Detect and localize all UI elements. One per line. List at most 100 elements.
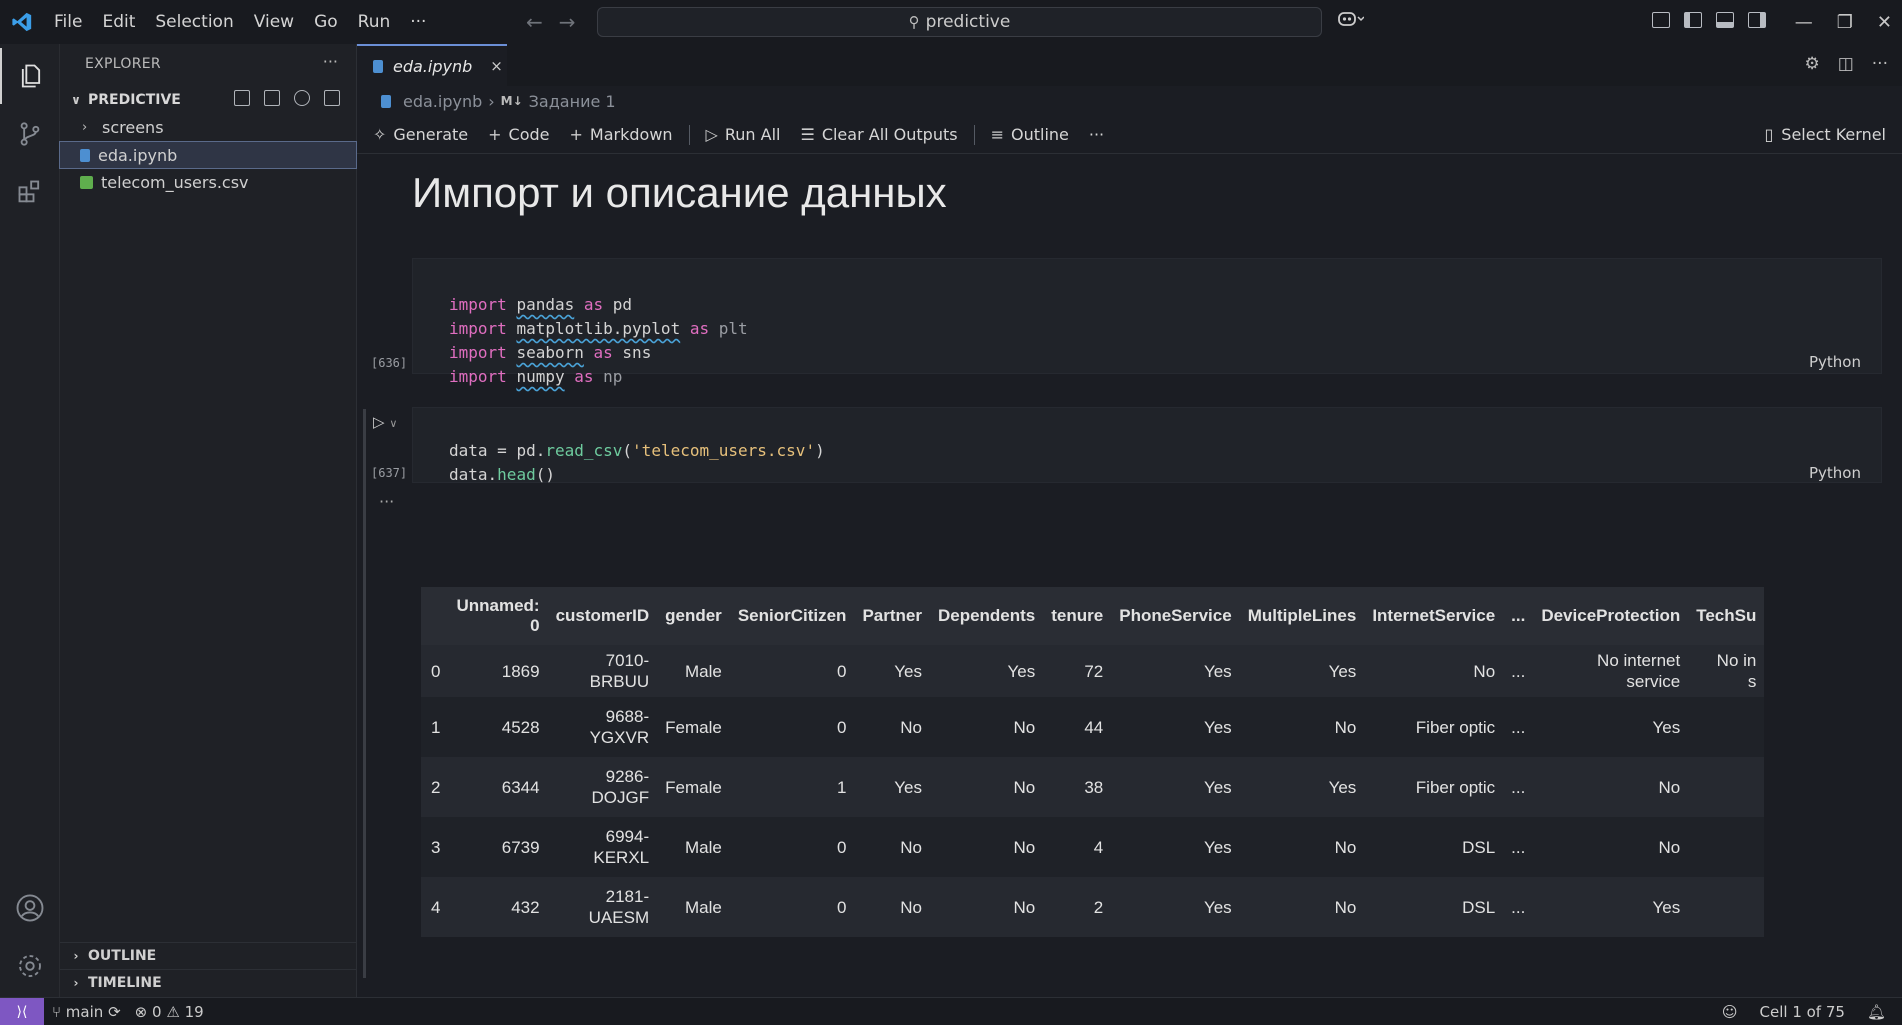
toggle-sidebar-icon[interactable] [1684,12,1702,28]
menu-edit[interactable]: Edit [92,0,145,44]
toggle-secondary-sidebar-icon[interactable] [1748,12,1766,28]
explorer-icon[interactable] [0,48,60,104]
output-more-button[interactable]: ··· [379,492,394,511]
command-center-search[interactable]: ⚲ predictive [597,7,1322,37]
collapse-all-icon[interactable] [324,90,340,106]
code-line: import numpy as np [449,367,623,386]
clear-all-outputs-button[interactable]: ☰ Clear All Outputs [796,125,961,144]
close-tab-icon[interactable]: × [490,57,503,75]
table-cell: Yes [894,661,922,681]
toggle-panel-icon[interactable] [1716,12,1734,28]
cell-language-label[interactable]: Python [1809,353,1861,371]
kernel-icon: ▯ [1764,125,1774,144]
new-folder-icon[interactable] [264,90,280,106]
table-cell: Fiber optic [1415,777,1496,797]
extensions-icon[interactable] [0,164,60,220]
settings-gear-icon[interactable] [0,938,60,994]
table-cell: 0 [836,717,847,737]
toolbar-more-button[interactable]: ··· [1085,125,1108,144]
csv-file-icon [80,175,93,189]
table-cell: DSL [1462,837,1496,857]
breadcrumb-file[interactable]: eda.ipynb [403,92,482,111]
new-file-icon[interactable] [234,90,250,106]
select-kernel-button[interactable]: ▯ Select Kernel [1764,125,1886,144]
code-cell-read-csv[interactable]: data = pd.read_csv('telecom_users.csv') d… [412,407,1882,484]
menu-more[interactable]: ··· [400,0,436,44]
tree-item-screens[interactable]: › screens [60,114,356,140]
code-cell-imports[interactable]: import pandas as pd import matplotlib.pyp… [412,258,1882,386]
table-row: 3 6739 6994- KERXL Male 0 No No 4 Yes No DSL... No [421,817,1765,877]
copilot-status-icon[interactable]: ☺ [1722,1003,1738,1021]
execution-count: [637] [371,466,408,480]
table-cell: 7010- BRBUU [589,651,650,691]
editor-more-icon[interactable]: ··· [1872,54,1888,74]
tree-item-eda-ipynb[interactable]: eda.ipynb [59,141,357,169]
chevron-down-icon[interactable]: ∨ [389,417,397,430]
problems-indicator[interactable]: ⊗ 0 ⚠ 19 [135,1003,204,1021]
run-all-button[interactable]: ▷ Run All [702,125,785,144]
table-cell: Yes [894,777,922,797]
cell-language-label[interactable]: Python [1809,464,1861,482]
tree-item-label: screens [102,117,164,137]
chevron-right-icon: › [73,949,79,963]
menu-go[interactable]: Go [304,0,348,44]
source-control-icon[interactable] [0,106,60,162]
run-cell-button[interactable]: ▷ ∨ [373,413,397,431]
notebook-file-icon [80,148,90,162]
menu-run[interactable]: Run [348,0,401,44]
toolbar-divider [688,124,690,145]
branch-indicator[interactable]: ⑂ main ⟳ [52,1003,121,1021]
forward-arrow-icon[interactable]: → [559,10,576,34]
cell-position[interactable]: Cell 1 of 75 [1760,1003,1845,1021]
notebook-settings-gear-icon[interactable]: ⚙ [1804,54,1819,74]
table-cell: Male [684,837,722,857]
timeline-section[interactable]: › TIMELINE [60,969,357,996]
table-cell [1688,877,1764,937]
breadcrumb-section[interactable]: Задание 1 [529,92,616,111]
minimize-icon[interactable]: — [1795,12,1813,33]
split-editor-icon[interactable]: ◫ [1838,54,1854,74]
chevron-right-icon: › [73,976,79,990]
account-icon[interactable] [0,880,60,936]
restore-icon[interactable]: ❐ [1837,12,1853,33]
sync-icon[interactable]: ⟳ [108,1003,121,1021]
add-markdown-cell-button[interactable]: + Markdown [566,125,677,144]
menu-file[interactable]: File [44,0,92,44]
column-header: gender [665,606,722,625]
row-index: 2 [431,777,441,797]
outline-section[interactable]: › OUTLINE [60,942,357,969]
table-cell: ... [1511,717,1526,737]
outline-button[interactable]: ≡ Outline [987,125,1073,144]
customize-layout-icon[interactable] [1652,12,1670,28]
table-row: 4 432 2181- UAESM Male 0 No No 2 Yes No DSL... Yes [421,877,1765,937]
menu-selection[interactable]: Selection [145,0,243,44]
menu-view[interactable]: View [244,0,304,44]
table-cell: 9286- DOJGF [591,767,650,807]
refresh-icon[interactable] [294,90,310,106]
table-cell: 9688- YGXVR [589,707,650,747]
markdown-heading[interactable]: Импорт и описание данных [412,169,947,217]
column-header: customerID [555,606,650,625]
chevron-right-icon: › [82,119,88,135]
add-code-cell-button[interactable]: + Code [484,125,553,144]
sidebar-more-button[interactable]: ··· [323,52,338,71]
table-cell: Yes [1328,661,1357,681]
table-row: 2 6344 9286- DOJGF Female 1 Yes No 38 Yes Yes Fiber… [421,757,1765,817]
notifications-bell-icon[interactable]: 🔔︎ [1867,1003,1886,1021]
copilot-icon[interactable] [1338,10,1365,33]
error-count: 0 [152,1002,162,1021]
menu-bar: File Edit Selection View Go Run ··· [44,0,436,44]
tree-item-telecom-users-csv[interactable]: telecom_users.csv [60,169,356,195]
folder-name: PREDICTIVE [88,92,181,108]
table-cell: DSL [1462,897,1496,917]
table-cell [1688,697,1764,757]
back-arrow-icon[interactable]: ← [526,10,543,34]
remote-indicator-icon[interactable]: ⟩⟨ [0,997,44,1025]
search-text: predictive [925,12,1011,32]
close-window-icon[interactable]: ✕ [1877,12,1892,33]
column-header: tenure [1051,606,1104,625]
code-editor[interactable]: data = pd.read_csv('telecom_users.csv') d… [449,415,825,535]
generate-button[interactable]: ✧ Generate [369,125,472,144]
tab-eda-ipynb[interactable]: eda.ipynb × [357,44,507,86]
row-index: 3 [431,837,441,857]
